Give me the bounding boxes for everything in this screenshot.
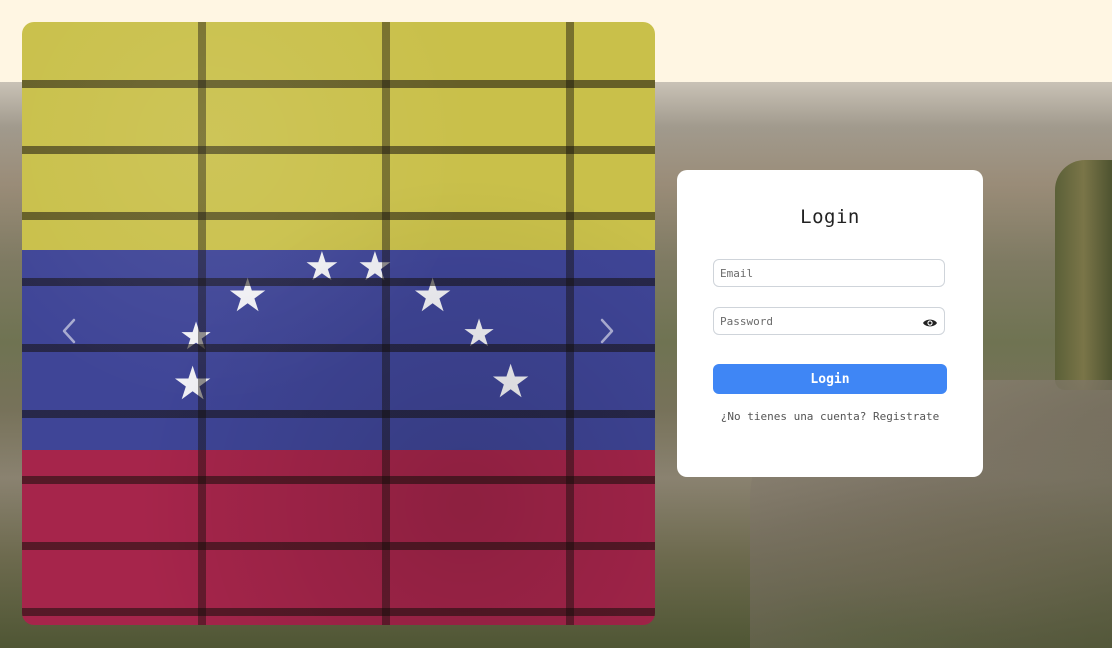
login-button[interactable]: Login <box>713 364 947 394</box>
background-cliff <box>1055 160 1112 390</box>
register-prompt: ¿No tienes una cuenta? Registrate <box>677 410 983 423</box>
eye-icon <box>923 319 937 327</box>
show-password-toggle[interactable] <box>922 315 938 329</box>
chevron-right-icon <box>600 318 614 344</box>
carousel-next-button[interactable] <box>594 316 618 346</box>
chevron-left-icon <box>62 318 76 344</box>
password-input[interactable] <box>714 308 944 334</box>
email-field-wrapper <box>713 259 945 287</box>
email-input[interactable] <box>714 260 944 286</box>
login-card: Login Login ¿No tienes una cuenta? Regis… <box>677 170 983 477</box>
login-title: Login <box>800 206 860 228</box>
venezuela-flag-image: ★ ★ ★ ★ ★ ★ ★ ★ <box>22 22 655 625</box>
register-prompt-text: ¿No tienes una cuenta? <box>720 410 867 423</box>
password-field-wrapper <box>713 307 945 335</box>
register-link[interactable]: Registrate <box>873 410 939 423</box>
brick-shading <box>22 22 655 625</box>
image-carousel: ★ ★ ★ ★ ★ ★ ★ ★ <box>22 22 655 625</box>
carousel-prev-button[interactable] <box>58 316 82 346</box>
